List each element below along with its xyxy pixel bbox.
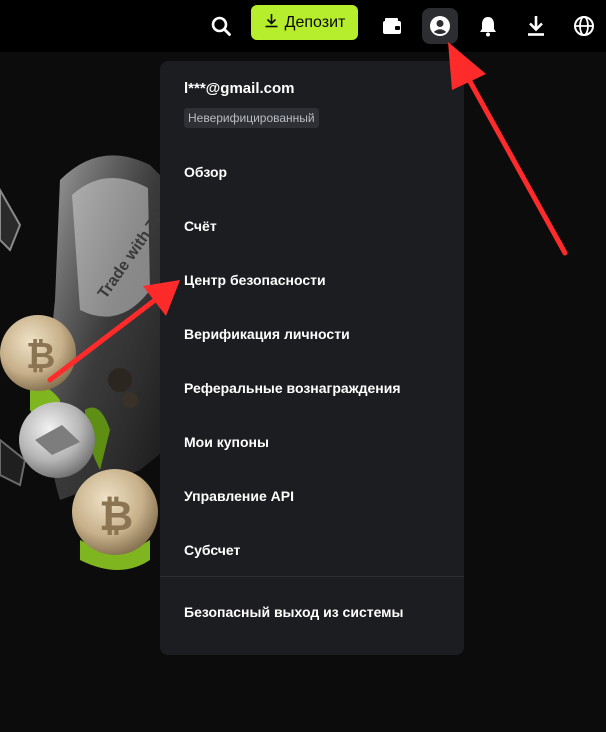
deposit-label: Депозит <box>284 13 346 31</box>
menu-item-subaccount[interactable]: Субсчет <box>184 542 240 558</box>
user-icon[interactable] <box>422 8 458 44</box>
deposit-button[interactable]: Депозит <box>251 5 358 40</box>
menu-item-logout[interactable]: Безопасный выход из системы <box>184 604 404 620</box>
menu-divider <box>160 576 464 577</box>
menu-item-identity-verification[interactable]: Верификация личности <box>184 326 350 342</box>
top-bar: Депозит <box>0 0 606 52</box>
verification-status-badge: Неверифицированный <box>184 108 319 128</box>
menu-item-referral-rewards[interactable]: Реферальные вознаграждения <box>184 380 401 396</box>
menu-item-overview[interactable]: Обзор <box>184 164 227 180</box>
svg-text:₿: ₿ <box>26 335 55 376</box>
menu-item-account[interactable]: Счёт <box>184 218 217 234</box>
menu-item-my-coupons[interactable]: Мои купоны <box>184 434 269 450</box>
menu-item-api-management[interactable]: Управление API <box>184 488 294 504</box>
arrow-to-user-icon <box>448 42 568 256</box>
download-icon[interactable] <box>518 8 554 44</box>
bell-icon[interactable] <box>470 8 506 44</box>
wallet-icon[interactable] <box>374 8 410 44</box>
search-icon[interactable] <box>203 8 239 44</box>
menu-item-security-center[interactable]: Центр безопасности <box>184 272 326 288</box>
promo-artwork: Trade with Trust ₿ ₿ <box>0 155 170 570</box>
page: Trade with Trust ₿ ₿ Депозит l***@gmail.… <box>0 0 606 732</box>
account-dropdown-menu: l***@gmail.com Неверифицированный Обзор … <box>160 61 464 655</box>
account-email: l***@gmail.com <box>184 80 295 97</box>
download-arrow-icon <box>264 13 279 33</box>
globe-icon[interactable] <box>566 8 602 44</box>
svg-text:₿: ₿ <box>99 492 133 539</box>
